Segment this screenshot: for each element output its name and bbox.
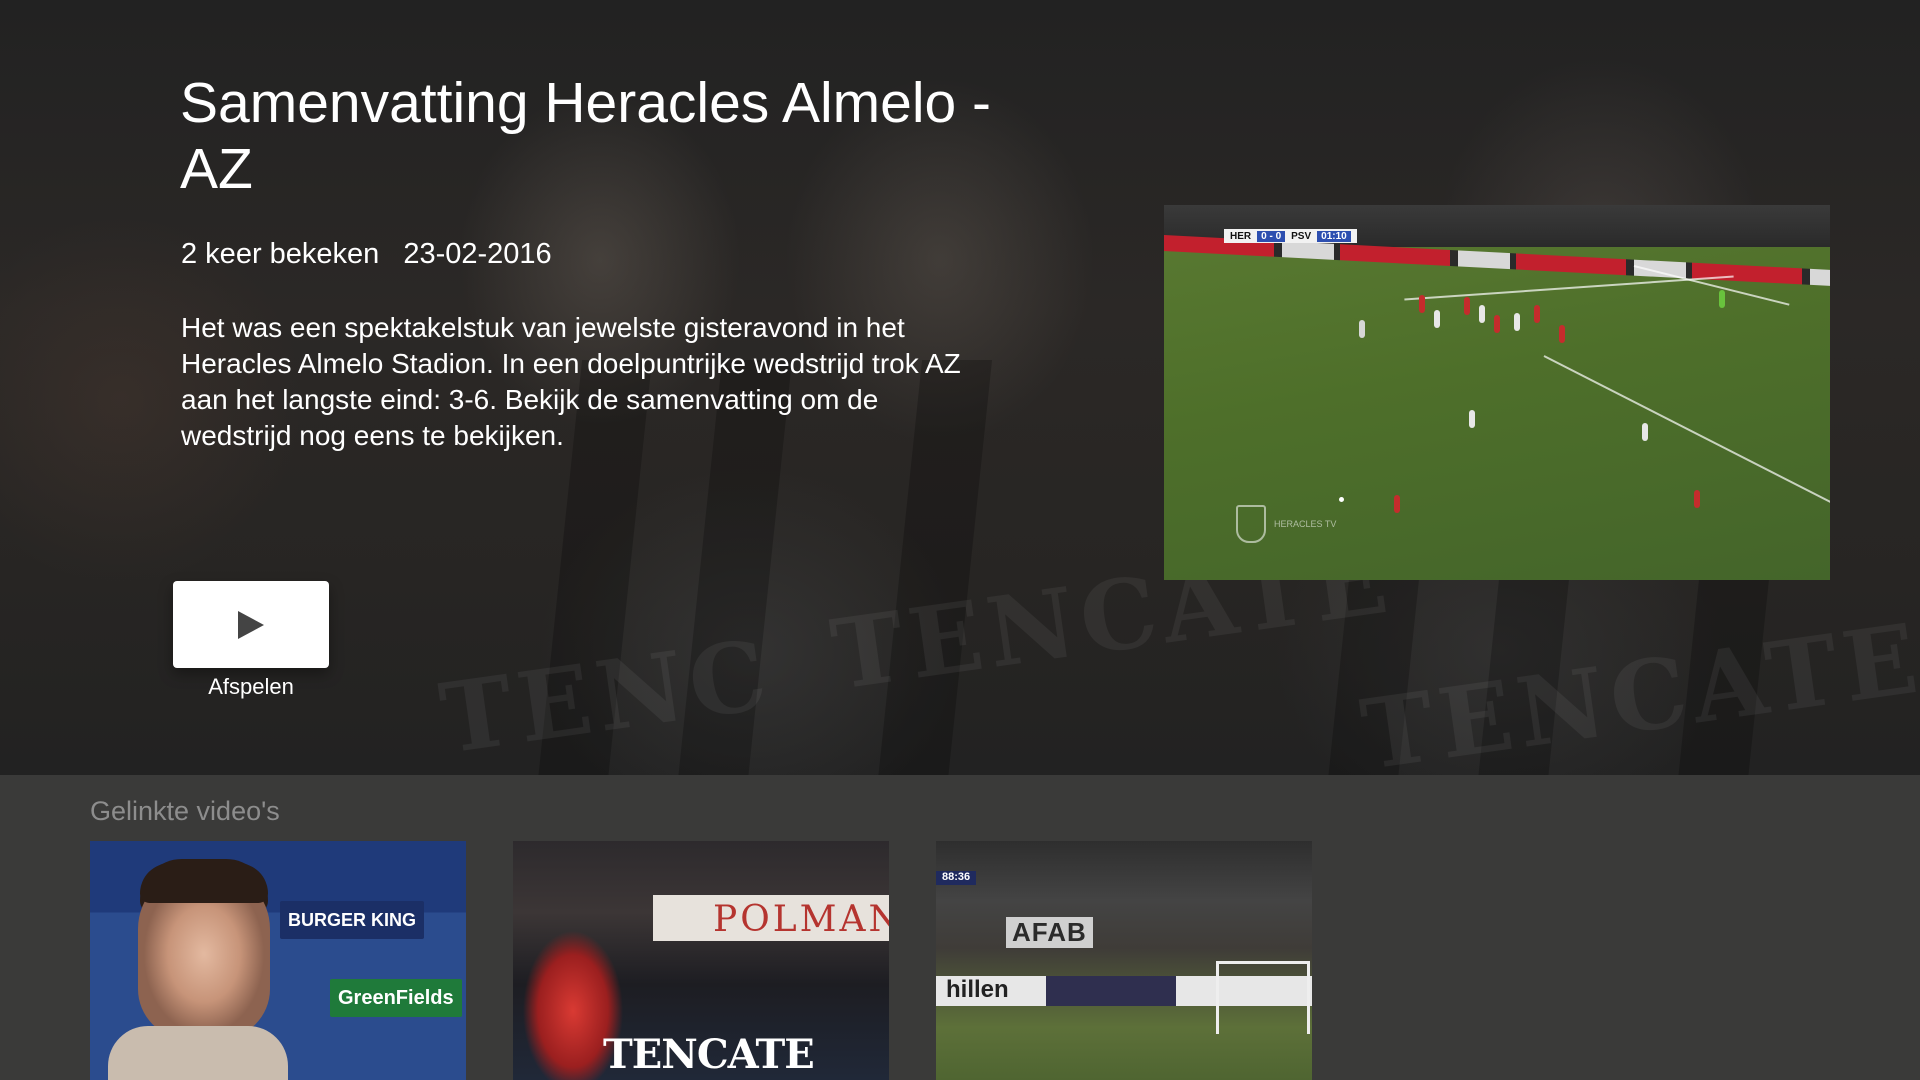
video-detail-screen: TENC TENCATE TENCATE Samenvatting Heracl… (0, 0, 1920, 1080)
ad-tencate: TENCATE (603, 1031, 815, 1078)
play-icon (238, 610, 264, 639)
linked-video-card-1[interactable]: BURGER KING GreenFields (90, 841, 466, 1080)
board-hillen: hillen (946, 976, 1009, 1003)
match-clock: 88:36 (936, 871, 977, 885)
goal-frame (1216, 961, 1310, 1034)
sponsor-tile-burger-king: BURGER KING (280, 901, 425, 939)
watermark-text: HERACLES TV (1274, 519, 1337, 529)
scorebug-time: 01:10 (1317, 230, 1351, 242)
publish-date: 23-02-2016 (403, 238, 552, 270)
preview-watermark: HERACLES TV (1236, 505, 1336, 543)
video-preview-thumbnail: HER 0 - 0 PSV 01:10 HERACLES TV (1164, 205, 1830, 580)
scorebug-away: PSV (1291, 230, 1312, 242)
board-afab: AFAB (1006, 917, 1093, 948)
club-shield-icon (1236, 505, 1266, 543)
video-title: Samenvatting Heracles Almelo - AZ (180, 71, 992, 201)
linked-video-card-2[interactable]: POLMAN TENCATE (513, 841, 889, 1080)
view-count: 2 keer bekeken (181, 238, 380, 270)
linked-video-card-3[interactable]: 88:36 AFAB hillen (936, 841, 1312, 1080)
linked-videos-heading: Gelinkte video's (90, 796, 280, 826)
preview-scorebug: HER 0 - 0 PSV 01:10 (1224, 229, 1357, 243)
play-button[interactable] (173, 581, 329, 668)
play-button-label: Afspelen (208, 674, 294, 699)
video-meta: 2 keer bekeken 23-02-2016 (181, 238, 552, 271)
scorebug-home: HER (1230, 230, 1252, 242)
video-description: Het was een spektakelstuk van jewelste g… (181, 312, 961, 451)
scorebug-score: 0 - 0 (1257, 230, 1286, 242)
sponsor-tile-greenfields: GreenFields (330, 979, 462, 1017)
banner-polman: POLMAN (713, 899, 889, 940)
